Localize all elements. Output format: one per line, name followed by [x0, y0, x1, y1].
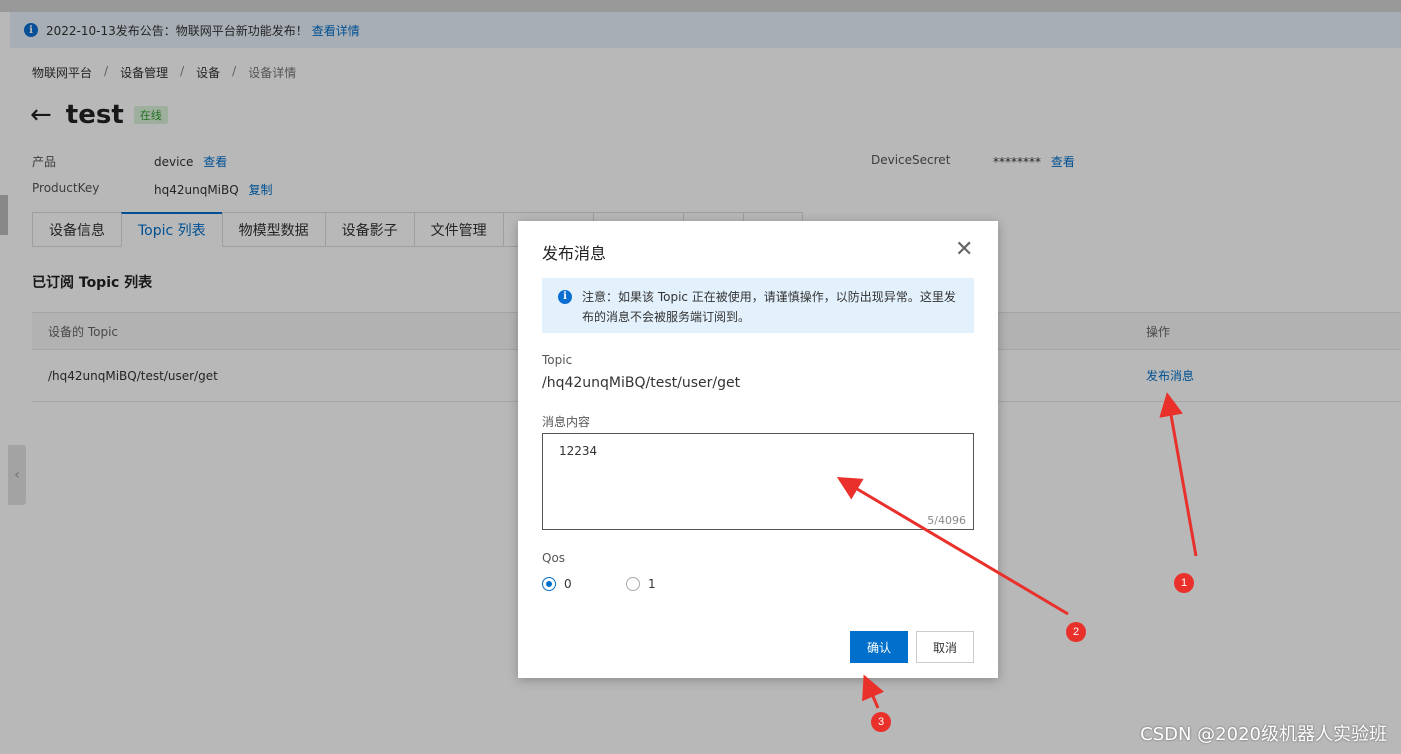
warning-alert: i 注意：如果该 Topic 正在被使用，请谨慎操作，以防出现异常。这里发布的消… — [542, 278, 974, 333]
dialog-title: 发布消息 — [542, 244, 607, 263]
message-content-value: 12234 — [559, 444, 598, 458]
annotation-badge-3: 3 — [871, 712, 891, 732]
radio-selected-icon — [542, 577, 556, 591]
confirm-button[interactable]: 确认 — [850, 631, 908, 663]
annotation-badge-2: 2 — [1066, 622, 1086, 642]
topic-label: Topic — [542, 353, 573, 367]
cancel-button[interactable]: 取消 — [916, 631, 974, 663]
watermark: CSDN @2020级机器人实验班 — [1140, 724, 1387, 745]
char-counter: 5/4096 — [927, 514, 966, 527]
qos-radio-1[interactable]: 1 — [626, 577, 656, 591]
content-label: 消息内容 — [542, 415, 591, 429]
message-content-textarea[interactable]: 12234 5/4096 — [542, 433, 974, 530]
qos-radio-0[interactable]: 0 — [542, 577, 572, 591]
alert-text: 注意：如果该 Topic 正在被使用，请谨慎操作，以防出现异常。这里发布的消息不… — [582, 290, 956, 324]
qos-option-label: 0 — [564, 577, 572, 591]
annotation-badge-1: 1 — [1174, 573, 1194, 593]
publish-message-dialog: 发布消息 ✕ i 注意：如果该 Topic 正在被使用，请谨慎操作，以防出现异常… — [518, 221, 998, 678]
topic-value: /hq42unqMiBQ/test/user/get — [542, 375, 741, 391]
qos-option-label: 1 — [648, 577, 656, 591]
qos-label: Qos — [542, 551, 566, 565]
info-icon: i — [558, 290, 572, 304]
close-icon[interactable]: ✕ — [955, 239, 973, 261]
radio-unselected-icon — [626, 577, 640, 591]
